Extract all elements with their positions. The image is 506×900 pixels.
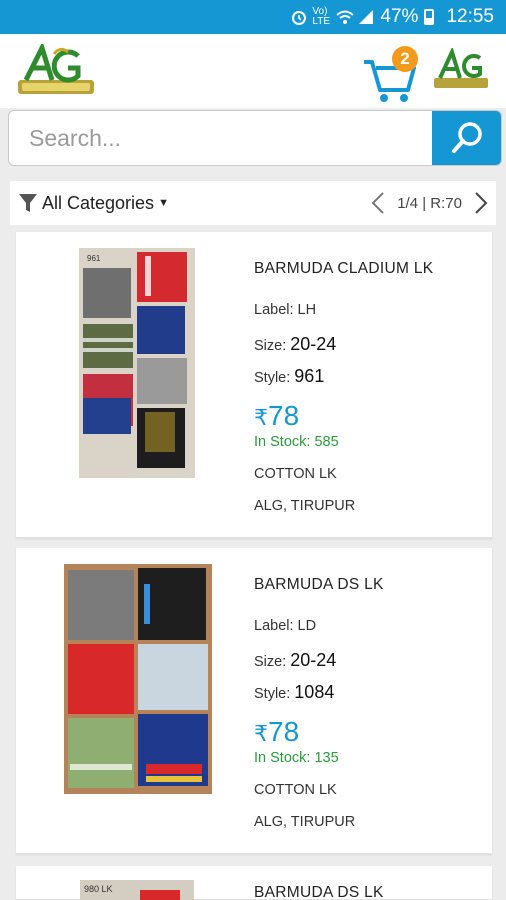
style-row: Style: 961 xyxy=(254,366,484,398)
product-info: BARMUDA CLADIUM LK Label: LH Size: 20-24… xyxy=(254,260,484,530)
product-card[interactable]: BARMUDA DS LK Label: LD Size: 20-24 Styl… xyxy=(16,548,492,854)
label-value: LH xyxy=(297,302,317,318)
product-image[interactable] xyxy=(64,564,212,794)
product-card[interactable]: 961 BARMUDA CLADIUM LK Label: LH Size: 2… xyxy=(16,232,492,538)
product-card[interactable]: 980 LK BARMUDA DS LK xyxy=(16,866,492,900)
size-row: Size: 20-24 xyxy=(254,334,484,366)
price: ₹78 xyxy=(254,714,484,750)
style-value: 1084 xyxy=(294,682,335,702)
material: COTTON LK xyxy=(254,466,337,482)
location: ALG, TIRUPUR xyxy=(254,498,356,514)
page-info: 1/4 | R:70 xyxy=(397,194,462,212)
product-name[interactable]: BARMUDA DS LK xyxy=(254,576,484,618)
filter-icon xyxy=(19,194,37,212)
app-header: 2 xyxy=(0,34,506,108)
size-value: 20-24 xyxy=(290,334,337,354)
size-key: Size: xyxy=(254,338,287,354)
stock-status: In Stock: 585 xyxy=(254,434,339,450)
stock-status: In Stock: 135 xyxy=(254,750,339,766)
network-label: Vo) LTE xyxy=(312,6,331,27)
clock: 12:55 xyxy=(446,6,494,27)
brand-logo-small[interactable] xyxy=(432,48,490,92)
label-value: LD xyxy=(297,618,317,634)
size-row: Size: 20-24 xyxy=(254,650,484,682)
cart-button[interactable]: 2 xyxy=(362,46,422,104)
battery-icon xyxy=(424,9,435,25)
category-filter[interactable]: All Categories ▼ xyxy=(18,181,169,225)
product-image[interactable]: 980 LK xyxy=(80,880,194,900)
filter-bar: All Categories ▼ 1/4 | R:70 xyxy=(10,181,496,225)
caret-down-icon: ▼ xyxy=(158,197,169,209)
style-key: Style: xyxy=(254,686,291,702)
product-info: BARMUDA DS LK xyxy=(254,884,484,900)
status-icons: Vo) LTE xyxy=(290,7,374,27)
label-key: Label: xyxy=(254,618,294,634)
search-button[interactable] xyxy=(432,111,501,165)
size-key: Size: xyxy=(254,654,287,670)
search-icon xyxy=(451,122,482,153)
alarm-icon xyxy=(292,11,307,25)
brand-logo[interactable] xyxy=(16,44,96,98)
prev-page-icon[interactable] xyxy=(371,191,385,215)
next-page-icon[interactable] xyxy=(474,191,488,215)
search-input[interactable] xyxy=(9,111,433,165)
label-row: Label: LD xyxy=(254,618,484,650)
product-name[interactable]: BARMUDA CLADIUM LK xyxy=(254,260,484,302)
price-value: 78 xyxy=(268,716,300,747)
style-row: Style: 1084 xyxy=(254,682,484,714)
style-value: 961 xyxy=(294,366,325,386)
price-value: 78 xyxy=(268,400,300,431)
label-key: Label: xyxy=(254,302,294,318)
wifi-icon xyxy=(336,10,355,24)
product-name[interactable]: BARMUDA DS LK xyxy=(254,884,484,900)
label-row: Label: LH xyxy=(254,302,484,334)
image-tag: 961 xyxy=(87,254,101,263)
price: ₹78 xyxy=(254,398,484,434)
currency-symbol: ₹ xyxy=(254,721,268,746)
style-key: Style: xyxy=(254,370,291,386)
image-tag: 980 LK xyxy=(84,884,113,894)
currency-symbol: ₹ xyxy=(254,405,268,430)
category-label: All Categories xyxy=(42,192,155,213)
status-bar: Vo) LTE 47% 12:55 xyxy=(0,0,506,34)
location: ALG, TIRUPUR xyxy=(254,814,356,830)
cart-count-badge: 2 xyxy=(392,46,418,72)
product-image[interactable]: 961 xyxy=(79,248,195,478)
battery-percent: 47% xyxy=(380,6,419,27)
pager: 1/4 | R:70 xyxy=(371,181,488,225)
product-info: BARMUDA DS LK Label: LD Size: 20-24 Styl… xyxy=(254,576,484,846)
signal-icon xyxy=(359,10,374,24)
material: COTTON LK xyxy=(254,782,337,798)
size-value: 20-24 xyxy=(290,650,337,670)
search-bar xyxy=(8,110,502,166)
